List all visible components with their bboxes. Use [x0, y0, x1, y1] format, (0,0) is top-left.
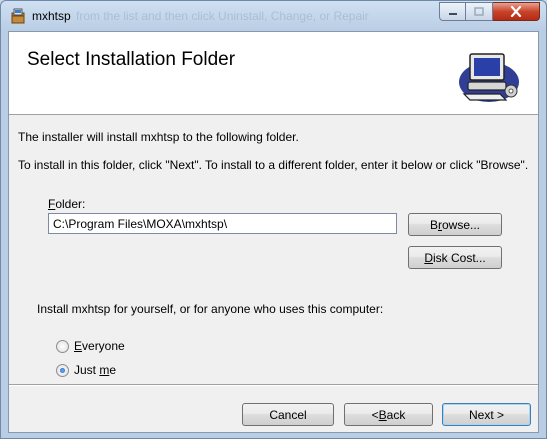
browse-button[interactable]: Br owse... — [408, 213, 502, 236]
just-me-radio-option[interactable]: Just me — [56, 363, 116, 377]
install-for-text: Install mxhtsp for yourself, or for anyo… — [37, 302, 384, 316]
folder-label: Folder: — [48, 197, 86, 211]
installer-window: mxhtsp from the list and then click Unin… — [0, 0, 547, 439]
minimize-icon — [448, 12, 457, 15]
cancel-button[interactable]: Cancel — [242, 403, 334, 426]
everyone-label: Everyone — [74, 339, 125, 353]
close-icon — [510, 6, 522, 17]
everyone-radio-option[interactable]: Everyone — [56, 339, 125, 353]
just-me-radio[interactable] — [56, 363, 69, 377]
caption-buttons — [439, 2, 540, 22]
page-title: Select Installation Folder — [27, 49, 236, 70]
disk-cost-button[interactable]: Disk Cost... — [408, 246, 502, 269]
window-title: mxhtsp — [32, 9, 71, 23]
everyone-radio[interactable] — [56, 339, 69, 353]
maximize-icon — [474, 6, 484, 16]
back-button[interactable]: < Back — [344, 403, 433, 426]
minimize-button[interactable] — [439, 2, 466, 21]
title-bar[interactable]: mxhtsp from the list and then click Unin… — [1, 1, 546, 31]
window-title-ghost: from the list and then click Uninstall, … — [76, 9, 369, 23]
instructions-text: To install in this folder, click "Next".… — [18, 158, 529, 172]
next-button[interactable]: Next > — [442, 403, 531, 426]
computer-setup-icon — [459, 53, 519, 102]
close-button[interactable] — [493, 2, 540, 21]
dialog-header: Select Installation Folder — [9, 32, 538, 115]
intro-text: The installer will install mxhtsp to the… — [18, 130, 299, 144]
installer-icon — [11, 8, 25, 24]
just-me-label: Just me — [74, 363, 117, 377]
dialog-client-area: Select Installation Folder The installer… — [8, 31, 539, 433]
maximize-button[interactable] — [466, 2, 493, 21]
footer-divider — [9, 384, 538, 386]
folder-path-input[interactable] — [48, 213, 397, 234]
